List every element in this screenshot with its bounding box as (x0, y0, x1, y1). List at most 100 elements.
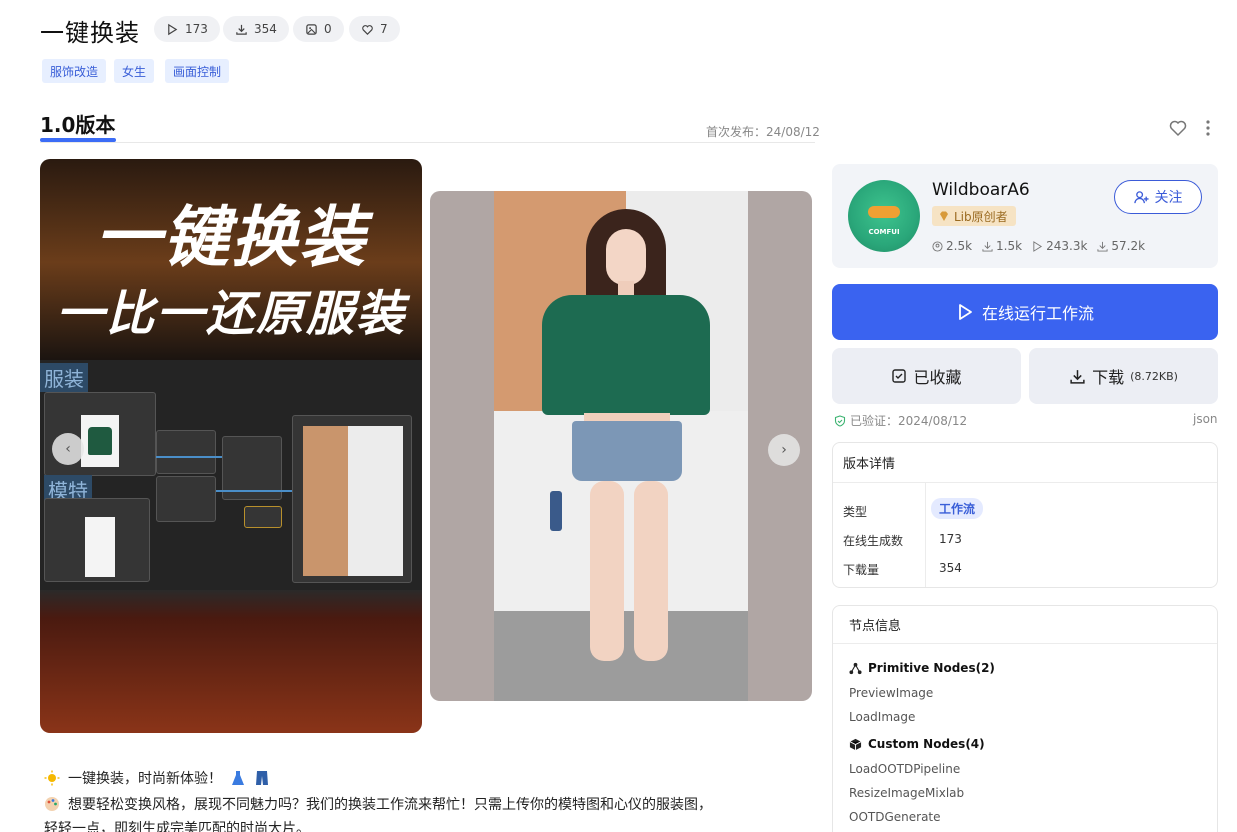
divider (40, 142, 815, 143)
like-count: 7 (380, 22, 388, 36)
image-icon (306, 23, 317, 35)
description-line: 想要轻松变换风格，展现不同魅力吗？我们的换装工作流来帮忙！只需上传你的模特图和心… (44, 794, 712, 814)
image-count-stat: 0 (293, 16, 344, 42)
creator-badge: Lib原创者 (932, 206, 1016, 226)
node-info-panel: 节点信息 Primitive Nodes(2) PreviewImage Loa… (832, 605, 1218, 832)
version-tab[interactable]: 1.0版本 (40, 109, 115, 138)
model-shorts (572, 421, 682, 481)
node-item: OOTDGenerate (849, 810, 941, 824)
model-leg (634, 481, 668, 661)
poster-title: 一键换装 (95, 199, 367, 276)
heart-icon (362, 24, 373, 35)
run-count: 173 (185, 22, 208, 36)
download-icon (236, 24, 247, 35)
total-downloads-stat: 57.2k (1097, 239, 1145, 253)
shirt-thumbnail (81, 415, 119, 467)
verified-status: 已验证：2024/08/12 (834, 412, 967, 429)
followers-stat: 2.5k (932, 239, 972, 253)
gallery-next-button[interactable]: › (768, 434, 800, 466)
download-label: 下载 (1092, 368, 1125, 387)
download-icon (982, 241, 993, 252)
description-text: 一键换装，时尚新体验！ (68, 771, 222, 787)
dress-icon (232, 771, 244, 785)
play-icon (1033, 240, 1043, 252)
primitive-nodes-header: Primitive Nodes(2) (849, 661, 995, 675)
creator-badge-label: Lib原创者 (954, 209, 1008, 224)
description-text: 想要轻松变换风格，展现不同魅力吗？我们的换装工作流来帮忙！只需上传你的模特图和心… (68, 797, 712, 813)
follow-button[interactable]: 关注 (1114, 180, 1202, 214)
version-details-title: 版本详情 (833, 443, 1217, 483)
user-icon (932, 240, 943, 252)
model-face (606, 229, 646, 285)
detail-row-downloads: 下载量 354 (833, 553, 1217, 582)
node-item: LoadImage (849, 710, 916, 724)
type-badge: 工作流 (931, 498, 984, 519)
palette-icon (45, 797, 59, 811)
description-text: 轻轻一点，即刻生成完美匹配的时尚大片。 (44, 821, 310, 832)
node-item: LoadOOTDPipeline (849, 762, 961, 776)
publish-date: 首次发布：24/08/12 (706, 125, 820, 139)
avatar-logo-text: COMFUI (868, 228, 900, 236)
model-thumbnail (85, 517, 115, 577)
run-workflow-label: 在线运行工作流 (981, 304, 1094, 323)
download-size: (8.72KB) (1130, 369, 1178, 383)
image-count: 0 (324, 22, 332, 36)
author-stats: 2.5k 1.5k 243.3k 57.2k (932, 239, 1145, 253)
workflow-node (156, 476, 216, 522)
detail-row-type: 类型 工作流 (833, 495, 1217, 524)
model-shirt (542, 295, 710, 415)
detail-key: 在线生成数 (843, 534, 904, 548)
detail-key: 类型 (843, 505, 868, 519)
custom-nodes-label: Custom Nodes(4) (868, 737, 985, 751)
play-icon (168, 23, 178, 35)
detail-key: 下载量 (843, 563, 880, 577)
collect-label: 已收藏 (913, 368, 962, 387)
download-button[interactable]: 下载 (8.72KB) (1029, 348, 1218, 404)
custom-nodes-header: Custom Nodes(4) (849, 737, 985, 751)
author-name[interactable]: WildboarA6 (932, 180, 1030, 200)
jeans-icon (256, 771, 268, 785)
collect-button[interactable]: 已收藏 (832, 348, 1021, 404)
author-card: COMFUI WildboarA6 Lib原创者 2.5k 1.5k 243.3… (832, 164, 1218, 268)
tag-image-control[interactable]: 画面控制 (165, 59, 230, 83)
primitive-nodes-label: Primitive Nodes(2) (868, 661, 995, 675)
bookmark-check-icon (892, 369, 907, 383)
node-item: ResizeImageMixlab (849, 786, 965, 800)
gallery-image-result[interactable]: › (430, 191, 812, 701)
shield-check-icon (834, 414, 846, 427)
play-icon (959, 304, 972, 320)
tag-girl[interactable]: 女生 (114, 59, 155, 83)
cube-icon (849, 738, 862, 750)
description-line: 一键换装，时尚新体验！ (44, 768, 270, 788)
gallery-prev-button[interactable]: ‹ (52, 433, 84, 465)
poster-subtitle: 一比一还原服装 (55, 286, 406, 342)
gallery-image-poster[interactable]: 一键换装 一比一还原服装 服装 模特 ‹ (40, 159, 422, 733)
tag-clothing[interactable]: 服饰改造 (42, 59, 107, 83)
detail-row-generations: 在线生成数 173 (833, 524, 1217, 553)
avatar[interactable]: COMFUI (848, 180, 920, 252)
diamond-icon (940, 211, 948, 221)
nodes-graph-icon (849, 662, 862, 674)
downloads-stat: 1.5k (982, 239, 1022, 253)
workflow-node (44, 498, 150, 582)
page-title: 一键换装 (40, 19, 140, 47)
description-line: 轻轻一点，即刻生成完美匹配的时尚大片。 (44, 818, 310, 832)
more-options-icon[interactable] (1198, 118, 1218, 138)
verified-text: 已验证：2024/08/12 (850, 414, 968, 428)
model-leg (590, 481, 624, 661)
favorite-heart-icon[interactable] (1168, 118, 1188, 138)
download-count-stat: 354 (223, 16, 289, 42)
sun-icon (44, 770, 60, 786)
json-link[interactable]: json (1193, 412, 1218, 426)
workflow-node (156, 430, 216, 474)
download-count: 354 (254, 22, 277, 36)
runs-stat: 243.3k (1032, 239, 1087, 253)
shirt-shape (88, 427, 112, 455)
workflow-wire (156, 456, 222, 458)
node-info-title: 节点信息 (833, 606, 1217, 644)
run-workflow-button[interactable]: 在线运行工作流 (832, 284, 1218, 340)
workflow-node (244, 506, 282, 528)
version-details-panel: 版本详情 类型 工作流 在线生成数 173 下载量 354 (832, 442, 1218, 588)
like-count-stat[interactable]: 7 (349, 16, 400, 42)
add-user-icon (1133, 190, 1149, 203)
